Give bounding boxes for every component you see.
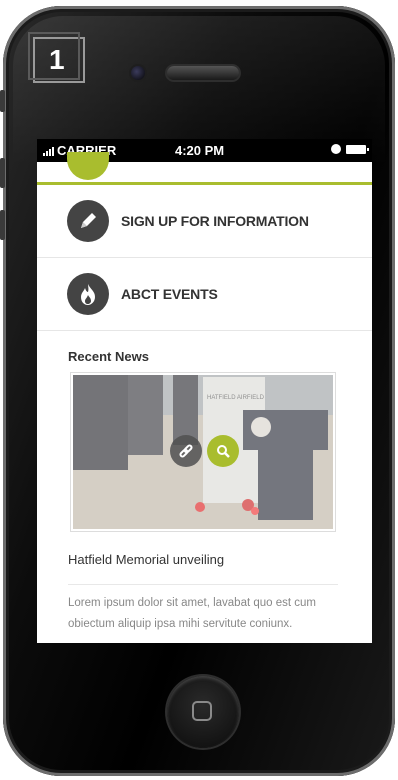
menu-item-abct-events[interactable]: ABCT EVENTS	[37, 258, 372, 331]
news-excerpt: Lorem ipsum dolor sit amet, lavabat quo …	[68, 597, 317, 630]
link-icon[interactable]	[170, 435, 202, 467]
earpiece-speaker	[167, 66, 239, 80]
signal-icon	[43, 147, 54, 156]
partial-menu-icon	[67, 152, 109, 180]
news-title[interactable]: Hatfield Memorial unveiling	[68, 552, 372, 567]
previous-menu-item[interactable]	[37, 152, 372, 185]
flame-icon	[67, 273, 109, 315]
image-overlay	[73, 375, 333, 529]
thumbnail-image: HATFIELD AIRFIELD	[73, 375, 333, 529]
search-icon[interactable]	[207, 435, 239, 467]
status-icons	[331, 144, 369, 154]
status-time: 4:20 PM	[175, 143, 225, 158]
battery-icon	[346, 144, 369, 154]
home-square-icon	[192, 701, 212, 721]
alarm-clock-icon	[331, 144, 341, 154]
menu-item-label: SIGN UP FOR INFORMATION	[121, 213, 309, 229]
divider	[68, 584, 338, 585]
section-heading: Recent News	[68, 349, 149, 364]
volume-up-button	[0, 158, 5, 188]
volume-down-button	[0, 210, 5, 240]
news-thumbnail[interactable]: HATFIELD AIRFIELD	[70, 372, 336, 532]
menu-item-sign-up[interactable]: SIGN UP FOR INFORMATION	[37, 185, 372, 258]
step-badge: 1	[28, 32, 85, 83]
home-button[interactable]	[167, 676, 239, 748]
pencil-icon	[67, 200, 109, 242]
screen: CARRIER 4:20 PM SIGN UP FOR INFORMATION …	[37, 139, 372, 643]
front-camera	[131, 66, 145, 80]
menu-item-label: ABCT EVENTS	[121, 286, 218, 302]
mute-switch	[0, 90, 5, 112]
